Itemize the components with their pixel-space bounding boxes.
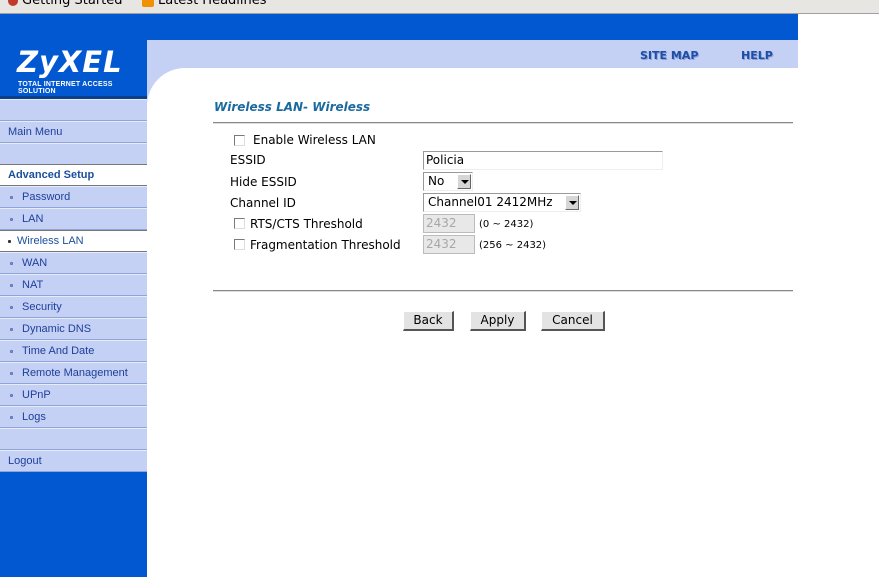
site-map-link[interactable]: SITE MAP (640, 49, 698, 62)
menu-spacer (0, 99, 147, 121)
rts-threshold-checkbox[interactable] (234, 218, 245, 229)
rts-threshold-input[interactable]: 2432 (423, 214, 475, 233)
enable-wireless-checkbox[interactable] (234, 135, 245, 146)
sidebar-item-dynamic-dns[interactable]: Dynamic DNS (0, 318, 147, 340)
bookmark-label: Latest Headlines (158, 0, 267, 8)
bullet-icon (10, 349, 13, 353)
divider (213, 122, 793, 124)
rss-icon (142, 0, 154, 7)
help-link[interactable]: HELP (741, 49, 773, 62)
sidebar-item-label: UPnP (22, 389, 51, 401)
cancel-button[interactable]: Cancel (541, 311, 605, 331)
menu-spacer (0, 428, 147, 450)
bookmark-getting-started[interactable]: Getting Started (8, 0, 123, 8)
sidebar-item-main-menu[interactable]: Main Menu (0, 121, 147, 143)
select-value: Channel01 2412MHz (428, 195, 553, 209)
page-margin (798, 14, 879, 577)
fragmentation-threshold-range: (256 ~ 2432) (479, 240, 547, 251)
bullet-icon (10, 217, 13, 221)
sidebar-item-logs[interactable]: Logs (0, 406, 147, 428)
bullet-icon (10, 283, 13, 287)
sidebar-item-time-and-date[interactable]: Time And Date (0, 340, 147, 362)
sidebar-item-nat[interactable]: NAT (0, 274, 147, 296)
fragmentation-threshold-input[interactable]: 2432 (423, 235, 475, 254)
essid-input[interactable]: Policia (423, 151, 663, 170)
sidebar: ZyXEL Total Internet Access Solution Mai… (0, 14, 147, 577)
bookmark-latest-headlines[interactable]: Latest Headlines (142, 0, 267, 8)
menu-spacer (0, 143, 147, 165)
enable-wireless-label: Enable Wireless LAN (253, 133, 376, 147)
sidebar-item-label: Remote Management (22, 367, 128, 379)
bullet-icon (8, 239, 11, 243)
sidebar-item-label: LAN (22, 213, 44, 225)
bullet-icon (10, 393, 13, 397)
bullet-icon (10, 415, 13, 419)
select-value: No (428, 174, 445, 188)
sidebar-item-label: NAT (22, 279, 44, 291)
bullet-icon (10, 305, 13, 309)
chevron-down-icon (457, 174, 471, 189)
apply-button[interactable]: Apply (470, 311, 526, 331)
rts-threshold-range: (0 ~ 2432) (479, 219, 534, 230)
page-title: Wireless LAN- Wireless (214, 100, 371, 114)
bookmark-label: Getting Started (22, 0, 123, 8)
essid-label: ESSID (230, 153, 266, 167)
bullet-icon (10, 195, 13, 199)
chevron-down-icon (565, 195, 579, 210)
sidebar-item-lan[interactable]: LAN (0, 208, 147, 230)
hide-essid-select[interactable]: No (423, 172, 473, 191)
bullet-icon (10, 371, 13, 375)
sidebar-item-wireless-lan[interactable]: Wireless LAN (0, 230, 147, 252)
top-banner (147, 14, 798, 40)
bookmark-icon (8, 0, 18, 6)
sidebar-item-upnp[interactable]: UPnP (0, 384, 147, 406)
sidebar-section-advanced-setup: Advanced Setup (0, 164, 147, 186)
divider (213, 290, 793, 292)
sidebar-item-wan[interactable]: WAN (0, 252, 147, 274)
bullet-icon (10, 261, 13, 265)
hide-essid-label: Hide ESSID (230, 175, 297, 189)
sidebar-menu: Main Menu Advanced Setup Password LAN Wi… (0, 99, 147, 472)
channel-id-label: Channel ID (230, 196, 296, 210)
logo-text: ZyXEL (17, 45, 123, 79)
sidebar-item-label: Wireless LAN (17, 235, 84, 247)
back-button[interactable]: Back (403, 311, 454, 331)
sidebar-item-label: WAN (22, 257, 48, 269)
sidebar-item-label: Logs (22, 411, 46, 423)
fragmentation-threshold-label: Fragmentation Threshold (250, 238, 401, 252)
rts-threshold-label: RTS/CTS Threshold (250, 217, 363, 231)
sidebar-item-label: Security (22, 301, 62, 313)
sidebar-item-label: Dynamic DNS (22, 323, 92, 335)
sidebar-item-security[interactable]: Security (0, 296, 147, 318)
sidebar-item-password[interactable]: Password (0, 186, 147, 208)
channel-id-select[interactable]: Channel01 2412MHz (423, 193, 581, 212)
logo-tagline: Total Internet Access Solution (18, 81, 113, 95)
bookmarks-toolbar: Getting Started Latest Headlines (0, 0, 879, 14)
router-page: ZyXEL Total Internet Access Solution Mai… (0, 14, 798, 577)
sidebar-item-label: Password (22, 191, 71, 203)
bullet-icon (10, 327, 13, 331)
sidebar-item-logout[interactable]: Logout (0, 450, 147, 472)
sidebar-item-label: Time And Date (22, 345, 95, 357)
sidebar-item-remote-management[interactable]: Remote Management (0, 362, 147, 384)
fragmentation-threshold-checkbox[interactable] (234, 239, 245, 250)
header-nav-bar (147, 40, 798, 68)
